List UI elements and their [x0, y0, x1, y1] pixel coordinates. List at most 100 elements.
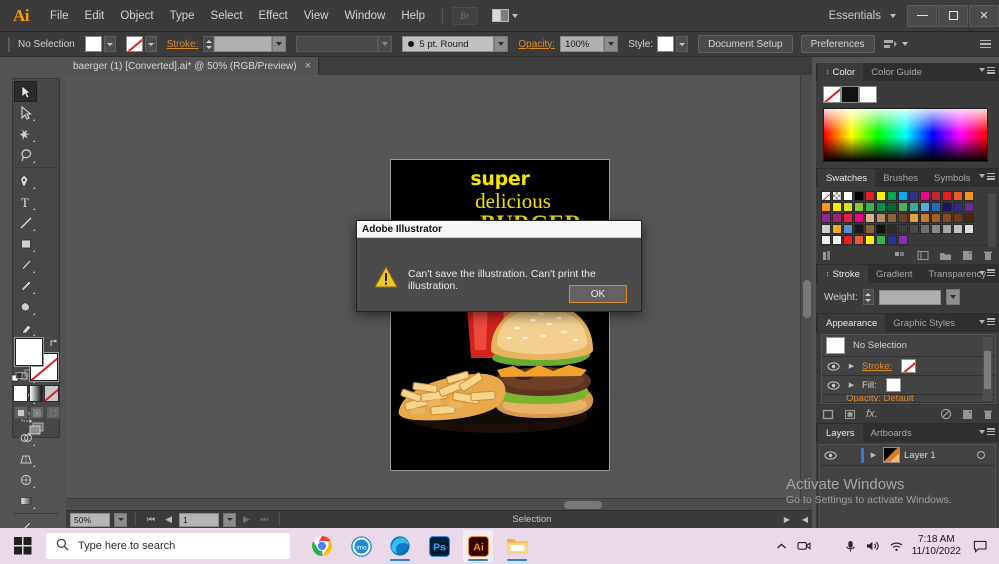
minimize-button[interactable]	[907, 4, 937, 27]
swatch-12[interactable]	[952, 191, 964, 202]
onedrive-icon[interactable]	[820, 541, 835, 552]
swatch-3[interactable]	[853, 191, 865, 202]
swatch-47[interactable]	[875, 223, 887, 235]
tab-color[interactable]: ↕ Color	[818, 63, 864, 81]
add-new-fill-icon[interactable]	[844, 409, 856, 420]
swatch-29[interactable]	[831, 212, 843, 224]
swatch-46[interactable]	[864, 223, 876, 235]
volume-icon[interactable]	[866, 540, 881, 552]
stroke-weight-input[interactable]	[878, 289, 941, 305]
preferences-button[interactable]: Preferences	[800, 35, 875, 53]
stroke-profile-dropdown[interactable]	[378, 36, 393, 52]
tab-swatches[interactable]: Swatches	[818, 169, 876, 187]
status-menu-icon[interactable]: ▶	[780, 515, 794, 524]
appearance-panel-menu-icon[interactable]	[979, 318, 995, 325]
stroke-label[interactable]: Stroke:	[167, 39, 199, 50]
tab-symbols[interactable]: Symbols	[926, 169, 978, 187]
menu-view[interactable]: View	[296, 5, 337, 27]
canvas-horizontal-scrollbar[interactable]	[66, 498, 812, 510]
horizontal-scroll-thumb[interactable]	[564, 501, 602, 509]
tab-graphic-styles[interactable]: Graphic Styles	[885, 314, 963, 332]
selection-tool[interactable]	[14, 81, 37, 102]
swatch-56[interactable]	[821, 234, 832, 246]
pen-tool[interactable]	[14, 170, 37, 191]
swatch-50[interactable]	[908, 223, 920, 235]
close-icon[interactable]: ×	[305, 60, 311, 72]
swatch-43[interactable]	[831, 223, 843, 235]
swatch-10[interactable]	[930, 191, 942, 202]
swatch-60[interactable]	[864, 234, 876, 246]
tab-gradient[interactable]: Gradient	[868, 265, 920, 283]
chrome-icon[interactable]	[307, 530, 337, 562]
swatch-21[interactable]	[897, 201, 909, 213]
swatch-14[interactable]	[821, 201, 832, 213]
opacity-label[interactable]: Opacity:	[518, 39, 555, 50]
swatch-59[interactable]	[853, 234, 865, 246]
swatch-41[interactable]	[963, 212, 975, 224]
layer-item[interactable]: ▶ Layer 1	[820, 445, 995, 467]
last-artboard-icon[interactable]: ⏭	[257, 514, 271, 525]
swatch-7[interactable]	[897, 191, 909, 202]
canvas-vertical-scrollbar[interactable]	[800, 75, 812, 498]
swatch-0[interactable]	[821, 191, 832, 202]
appearance-stroke-swatch[interactable]	[901, 359, 917, 374]
start-button[interactable]	[0, 528, 46, 564]
swatch-1[interactable]	[831, 191, 843, 202]
control-bar-menu-icon[interactable]	[980, 39, 991, 49]
swatch-22[interactable]	[908, 201, 920, 213]
blob-brush-tool[interactable]	[14, 296, 37, 317]
clock[interactable]: 7:18 AM 11/10/2022	[912, 534, 961, 559]
stroke-weight-dropdown[interactable]	[272, 36, 287, 52]
new-swatch-icon[interactable]	[962, 250, 973, 261]
imo-icon[interactable]: imo	[346, 530, 376, 562]
file-explorer-icon[interactable]	[502, 530, 532, 562]
color-black-swatch[interactable]	[841, 86, 859, 103]
swatch-19[interactable]	[875, 201, 887, 213]
close-button[interactable]: ✕	[969, 4, 999, 27]
swatch-44[interactable]	[842, 223, 854, 235]
color-panel-menu-icon[interactable]	[979, 67, 995, 74]
next-artboard-icon[interactable]: ▶	[240, 514, 253, 525]
appearance-list[interactable]: No Selection ▶ Stroke: ▶ Fill: Opacity: …	[821, 334, 996, 405]
stroke-weight-stepper[interactable]	[203, 36, 215, 52]
graphic-style-dropdown[interactable]	[676, 36, 689, 52]
add-new-stroke-icon[interactable]	[822, 409, 834, 420]
rectangle-tool[interactable]	[14, 233, 37, 254]
swatch-6[interactable]	[886, 191, 898, 202]
arrange-documents-button[interactable]	[492, 9, 518, 22]
appearance-row-opacity[interactable]: Opacity: Default	[822, 395, 995, 404]
new-color-group-icon[interactable]	[939, 250, 952, 261]
tab-appearance[interactable]: Appearance	[818, 314, 886, 333]
maximize-button[interactable]	[938, 4, 968, 27]
swatch-18[interactable]	[864, 201, 876, 213]
swatch-37[interactable]	[919, 212, 931, 224]
swatch-4[interactable]	[864, 191, 876, 202]
swatch-48[interactable]	[886, 223, 898, 235]
swatch-17[interactable]	[853, 201, 865, 213]
magic-wand-tool[interactable]	[14, 123, 37, 144]
swatch-33[interactable]	[875, 212, 887, 224]
swatch-24[interactable]	[930, 201, 942, 213]
layer-target-icon[interactable]	[977, 451, 985, 460]
swatch-31[interactable]	[853, 212, 865, 224]
swatch-57[interactable]	[831, 234, 843, 246]
mesh-tool[interactable]	[14, 469, 37, 490]
swatch-28[interactable]	[821, 212, 832, 224]
tab-artboards[interactable]: Artboards	[863, 424, 920, 442]
stroke-weight-field[interactable]	[214, 36, 273, 52]
swatch-2[interactable]	[842, 191, 854, 202]
swatch-61[interactable]	[875, 234, 887, 246]
menu-object[interactable]: Object	[112, 5, 161, 27]
chevron-down-icon[interactable]	[901, 42, 908, 46]
search-input[interactable]: Type here to search	[46, 533, 290, 559]
zoom-dropdown[interactable]	[114, 512, 127, 527]
zoom-level-field[interactable]: 50%	[70, 512, 110, 527]
fill-color-swatch[interactable]	[15, 338, 43, 366]
opacity-dropdown[interactable]	[604, 36, 619, 52]
swatch-39[interactable]	[941, 212, 953, 224]
bridge-icon[interactable]: Br	[452, 6, 478, 25]
tab-color-guide[interactable]: Color Guide	[863, 63, 930, 81]
draw-behind[interactable]	[30, 406, 44, 419]
clear-appearance-icon[interactable]	[940, 408, 952, 420]
pencil-tool[interactable]	[14, 275, 37, 296]
